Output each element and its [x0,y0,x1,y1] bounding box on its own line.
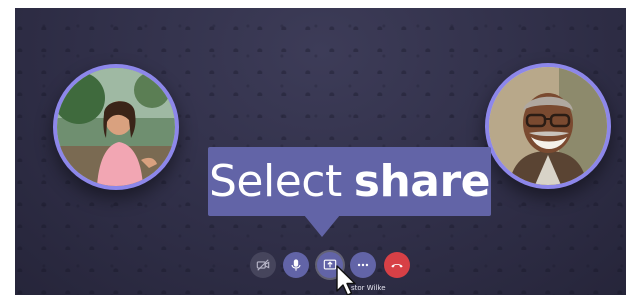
callout-text-bold: share [353,156,491,207]
video-off-icon [256,258,270,272]
callout-text-regular: Select [209,156,342,207]
hang-up-icon [390,258,404,272]
microphone-icon [289,258,303,272]
meeting-stage: Select share stor Wilke [15,8,626,295]
call-controls-bar [15,252,626,280]
mouse-pointer-icon [335,265,357,295]
hang-up-button[interactable] [384,252,410,278]
tutorial-callout: Select share [208,147,491,216]
man-photo [489,67,607,185]
more-options-icon [356,258,370,272]
participant-avatar-left [53,64,179,190]
woman-photo [57,68,175,186]
callout-pointer [304,215,340,237]
camera-toggle-button[interactable] [250,252,276,278]
microphone-button[interactable] [283,252,309,278]
participant-avatar-right [485,63,611,189]
